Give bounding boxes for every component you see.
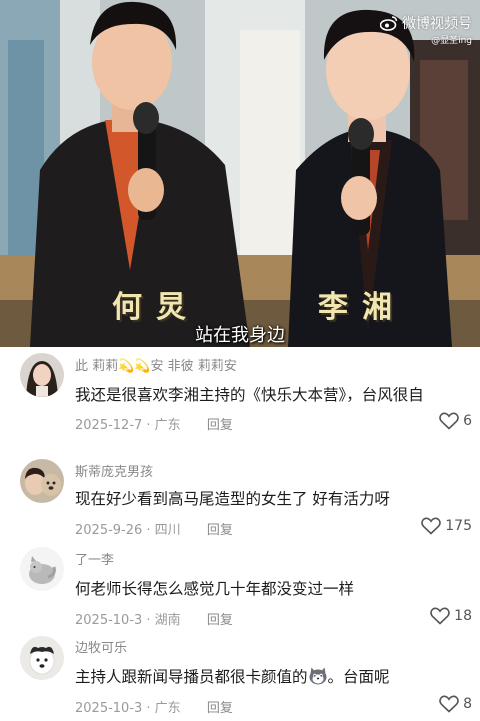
caption-host-right: 李湘 (318, 290, 406, 325)
avatar[interactable] (20, 636, 64, 680)
heart-icon (430, 607, 450, 625)
avatar-image (20, 636, 64, 680)
heart-icon (439, 412, 459, 430)
comment-meta: 2025-10-3 · 湖南 回复 (75, 609, 233, 628)
comment-text: 我还是很喜欢李湘主持的《快乐大本营》，台风很自 (75, 386, 424, 404)
avatar-image (20, 353, 64, 397)
comment-username[interactable]: 斯蒂庞克男孩 (75, 461, 153, 480)
avatar-image (20, 547, 64, 591)
avatar-image (20, 459, 64, 503)
comment-username[interactable]: 边牧可乐 (75, 637, 127, 656)
avatar[interactable] (20, 547, 64, 591)
video-still-image (0, 0, 480, 347)
like-count: 8 (463, 696, 472, 712)
like-button[interactable]: 8 (439, 695, 472, 713)
weibo-logo-icon (380, 16, 398, 31)
comment-date-location: 2025-10-3 · 广东 (75, 701, 181, 716)
avatar[interactable] (20, 459, 64, 503)
video-frame[interactable]: 微博视频号 @显圣ing 何炅 李湘 站在我身边 (0, 0, 480, 347)
video-subtitle: 站在我身边 (195, 325, 285, 346)
comment-username[interactable]: 了一李 (75, 549, 114, 568)
like-button[interactable]: 175 (421, 517, 472, 535)
like-button[interactable]: 6 (439, 412, 472, 430)
comment-item: 此 莉莉💫💫安 非彼 莉莉安 我还是很喜欢李湘主持的《快乐大本营》，台风很自 2… (0, 347, 480, 442)
caption-host-left: 何炅 (112, 290, 200, 325)
like-button[interactable]: 18 (430, 607, 472, 625)
like-count: 6 (463, 413, 472, 429)
comment-date-location: 2025-10-3 · 湖南 (75, 613, 181, 628)
comment-meta: 2025-12-7 · 广东 回复 (75, 414, 233, 433)
watermark-text: 微博视频号 (402, 16, 472, 32)
like-count: 18 (454, 608, 472, 624)
comment-text-part: 主持人跟新闻导播员都很卡颜值的 (75, 668, 308, 686)
avatar[interactable] (20, 353, 64, 397)
comment-username[interactable]: 此 莉莉💫💫安 非彼 莉莉安 (75, 355, 237, 374)
reply-button[interactable]: 回复 (207, 418, 233, 433)
like-count: 175 (445, 518, 472, 534)
heart-icon (439, 695, 459, 713)
comment-text: 现在好少看到高马尾造型的女生了 好有活力呀 (75, 490, 390, 508)
reply-button[interactable]: 回复 (207, 613, 233, 628)
reply-button[interactable]: 回复 (207, 701, 233, 716)
comment-text: 主持人跟新闻导播员都很卡颜值的 。台面呢 (75, 665, 390, 687)
heart-icon (421, 517, 442, 535)
comment-item: 了一李 何老师长得怎么感觉几十年都没变过一样 2025-10-3 · 湖南 回复… (0, 534, 480, 628)
weibo-watermark: 微博视频号 (380, 13, 472, 33)
husky-emoji-icon (309, 667, 327, 685)
comment-meta: 2025-10-3 · 广东 回复 (75, 697, 233, 716)
comment-item: 斯蒂庞克男孩 现在好少看到高马尾造型的女生了 好有活力呀 2025-9-26 ·… (0, 442, 480, 538)
comment-item: 边牧可乐 主持人跟新闻导播员都很卡颜值的 。台面呢 2025-10-3 · 广东… (0, 628, 480, 721)
comment-date-location: 2025-12-7 · 广东 (75, 418, 181, 433)
comment-text-part: 。台面呢 (327, 668, 390, 686)
comment-text: 何老师长得怎么感觉几十年都没变过一样 (75, 580, 355, 598)
watermark-subtext: @显圣ing (431, 36, 472, 46)
